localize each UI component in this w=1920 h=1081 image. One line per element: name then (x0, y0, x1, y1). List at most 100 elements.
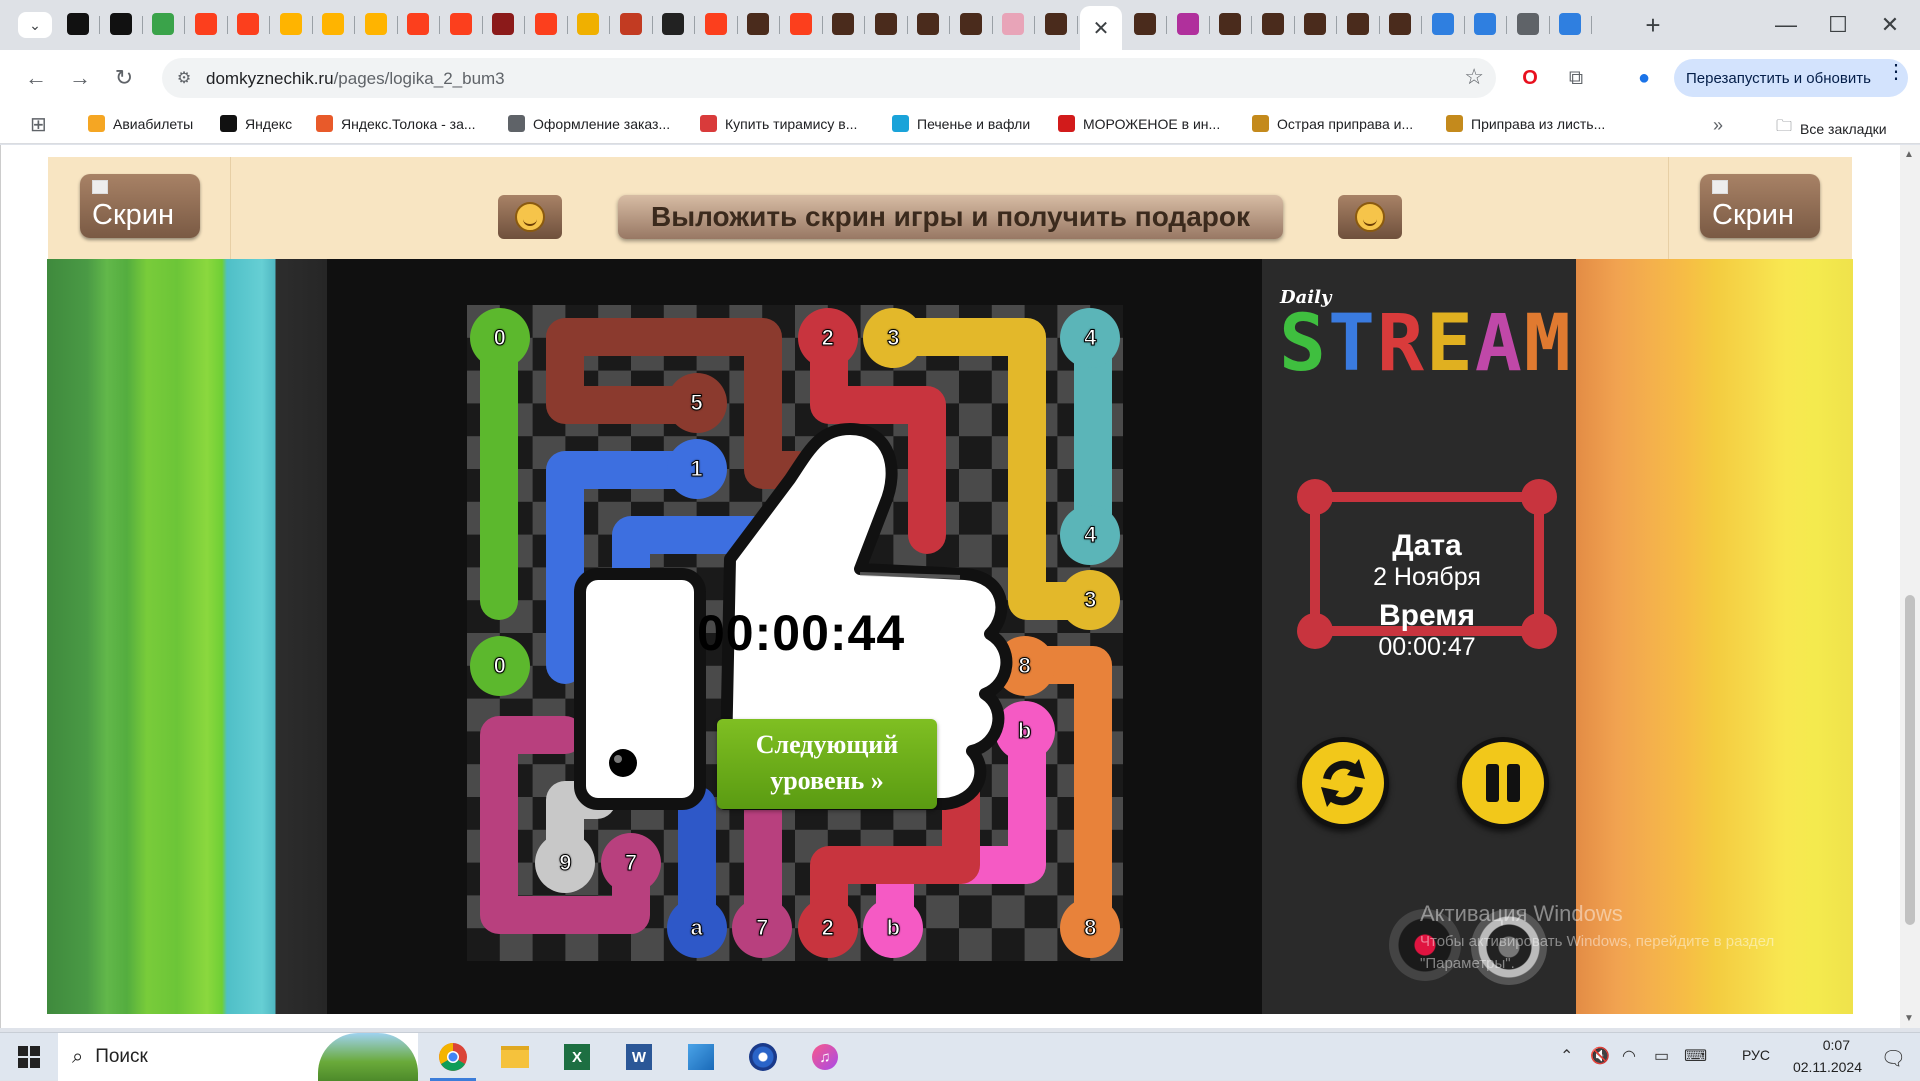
bookmark-item[interactable]: Авиабилеты (88, 115, 193, 132)
forward-button[interactable]: → (64, 62, 96, 94)
game-icon[interactable] (747, 13, 769, 35)
scroll-up-icon[interactable]: ▲ (1904, 149, 1914, 160)
yandex-icon[interactable] (194, 13, 217, 35)
image-icon[interactable] (619, 13, 642, 35)
game-icon[interactable] (959, 13, 982, 35)
bookmark-item[interactable]: Яндекс (220, 115, 292, 132)
image-icon[interactable] (1002, 13, 1024, 35)
clock-date[interactable]: 02.11.2024 (1793, 1059, 1862, 1075)
show-hidden-icon[interactable]: ⌃ (1560, 1046, 1573, 1066)
game-icon[interactable] (1389, 13, 1411, 35)
smiley-button-right[interactable] (1338, 195, 1402, 239)
b-icon[interactable] (662, 13, 684, 35)
flow-node[interactable]: 0 (469, 635, 530, 696)
relaunch-button[interactable]: Перезапустить и обновить (1674, 59, 1908, 97)
opera-icon[interactable]: O (1516, 64, 1544, 92)
language-indicator[interactable]: РУС (1742, 1047, 1770, 1063)
screenshot-button-left[interactable]: Скрин (80, 174, 200, 238)
flow-node[interactable]: 2 (797, 307, 858, 368)
leaf-icon[interactable] (152, 13, 174, 35)
flow-node[interactable]: 3 (1060, 570, 1121, 631)
close-tab-icon[interactable]: ✕ (1093, 16, 1110, 41)
next-level-button[interactable]: Следующий уровень » (717, 719, 937, 809)
scroll-thumb[interactable] (1905, 595, 1915, 925)
new-tab-button[interactable]: + (1638, 10, 1668, 40)
market-icon[interactable] (364, 13, 387, 35)
game-icon[interactable] (1044, 13, 1067, 35)
wifi-icon[interactable]: ◠ (1622, 1046, 1636, 1066)
flow-node[interactable]: 4 (1060, 307, 1121, 368)
flow-node[interactable]: 9 (535, 832, 596, 893)
word-app[interactable]: W (608, 1033, 670, 1081)
keyboard-icon[interactable]: ⌨ (1684, 1046, 1707, 1066)
profile-icon[interactable]: ● (1630, 64, 1658, 92)
bookmark-item[interactable]: Печенье и вафли (892, 115, 1030, 132)
link-icon[interactable] (1516, 13, 1539, 35)
taskbar-search[interactable]: ⌕ Поиск (58, 1033, 418, 1081)
game-icon[interactable] (1346, 13, 1369, 35)
flow-node[interactable]: 7 (732, 898, 793, 959)
explorer-app[interactable] (484, 1033, 546, 1081)
smiley-button-left[interactable] (498, 195, 562, 239)
game-icon[interactable] (917, 13, 939, 35)
bookmark-item[interactable]: Яндекс.Толока - за... (316, 115, 476, 132)
screenshot-button-right[interactable]: Скрин (1700, 174, 1820, 238)
market-icon[interactable] (279, 13, 302, 35)
game-icon[interactable] (1219, 13, 1241, 35)
notifications-icon[interactable]: 🗨 (1881, 1046, 1906, 1071)
yandex-icon[interactable] (704, 13, 727, 35)
yandex-icon[interactable] (237, 13, 259, 35)
chatgpt-icon[interactable] (109, 13, 132, 35)
game-icon[interactable] (832, 13, 854, 35)
post-screenshot-button[interactable]: Выложить скрин игры и получить подарок (618, 195, 1283, 239)
flow-node[interactable]: 8 (1060, 898, 1121, 959)
game-icon[interactable] (1304, 13, 1326, 35)
bookmark-item[interactable]: Острая приправа и... (1252, 115, 1413, 132)
bookmark-item[interactable]: Оформление заказ... (508, 115, 670, 132)
more-bookmarks-icon[interactable]: » (1713, 115, 1723, 136)
clock-time[interactable]: 0:07 (1823, 1037, 1850, 1053)
excel-app[interactable]: X (546, 1033, 608, 1081)
game-icon[interactable] (1134, 13, 1156, 35)
market-icon[interactable] (322, 13, 344, 35)
app-icon[interactable] (1559, 13, 1581, 35)
flow-node[interactable]: 7 (601, 832, 661, 893)
all-bookmarks-button[interactable]: 🗀 Все закладки (1776, 115, 1887, 142)
flow-node[interactable]: a (666, 898, 727, 959)
maximize-button[interactable]: ☐ (1812, 8, 1864, 42)
minimize-button[interactable]: — (1760, 8, 1812, 42)
extensions-icon[interactable]: ⧉ (1562, 64, 1590, 92)
page-scrollbar[interactable]: ▲ ▼ (1900, 145, 1920, 1028)
music-app[interactable]: ♫ (794, 1033, 856, 1081)
apps-grid-icon[interactable]: ⊞ (30, 112, 47, 137)
close-window-button[interactable]: ✕ (1864, 8, 1916, 42)
chrome-app[interactable] (422, 1033, 484, 1081)
image-icon[interactable] (577, 13, 599, 35)
restart-button[interactable] (1297, 737, 1389, 829)
scroll-down-icon[interactable]: ▼ (1904, 1013, 1914, 1024)
bookmark-item[interactable]: МОРОЖЕНОЕ в ин... (1058, 115, 1220, 132)
bookmark-item[interactable]: Приправа из листь... (1446, 115, 1605, 132)
address-bar[interactable]: ⚙ domkyznechik.ru/pages/logika_2_bum3 ☆ (162, 58, 1496, 98)
yandex-icon[interactable] (789, 13, 812, 35)
yandex-icon[interactable] (449, 13, 472, 35)
back-button[interactable]: ← (20, 62, 52, 94)
yandex-icon[interactable] (407, 13, 429, 35)
url-text[interactable]: domkyznechik.ru/pages/logika_2_bum3 (206, 69, 505, 89)
app-icon[interactable] (1474, 13, 1496, 35)
game-icon[interactable] (1261, 13, 1284, 35)
pause-button[interactable] (1457, 737, 1549, 829)
start-button[interactable] (0, 1033, 58, 1081)
bookmark-star-icon[interactable]: ☆ (1464, 64, 1484, 90)
flow-node[interactable]: 4 (1060, 504, 1121, 565)
menu-icon[interactable]: ⋮ (1886, 59, 1906, 84)
image-icon[interactable] (492, 13, 514, 35)
volume-muted-icon[interactable]: 🔇 (1590, 1046, 1610, 1066)
game-icon[interactable] (874, 13, 897, 35)
reload-button[interactable]: ↻ (108, 62, 140, 94)
media-app[interactable] (732, 1033, 794, 1081)
chatgpt-icon[interactable] (67, 13, 89, 35)
battery-icon[interactable]: ▭ (1654, 1046, 1669, 1066)
bookmark-item[interactable]: Купить тирамису в... (700, 115, 857, 132)
image-icon[interactable] (1176, 13, 1199, 35)
